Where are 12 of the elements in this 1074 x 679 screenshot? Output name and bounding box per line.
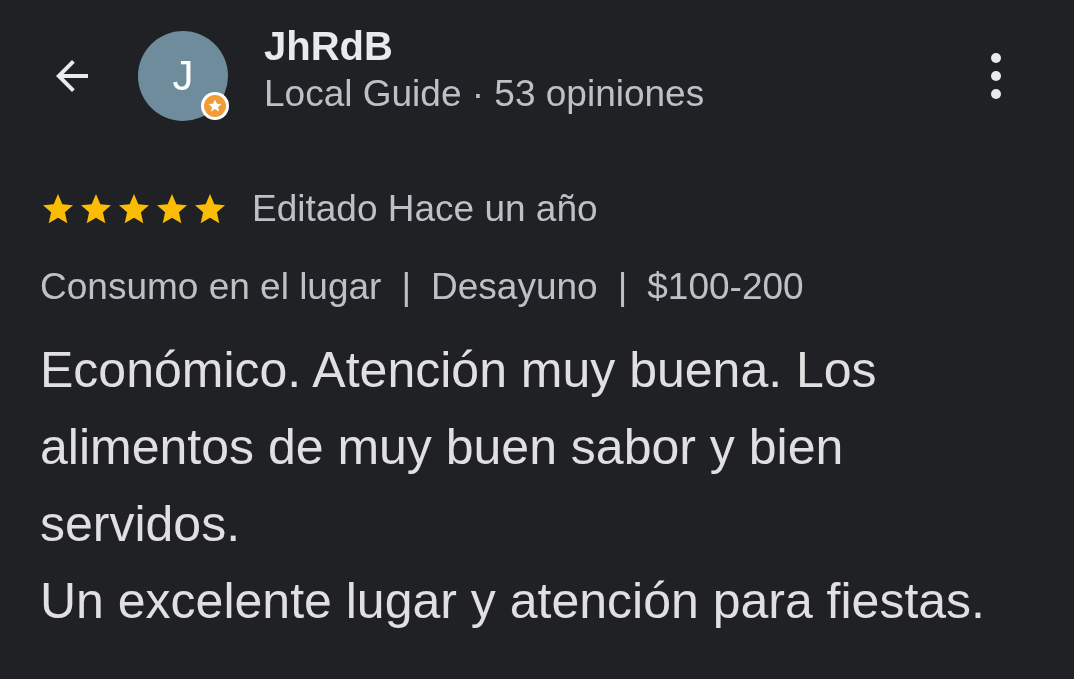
author-subtitle: Local Guide · 53 opiniones (264, 72, 706, 115)
star-badge-icon (200, 91, 230, 121)
avatar-letter: J (172, 52, 194, 100)
review-date: Editado Hace un año (252, 188, 598, 230)
review-tag: $100-200 (647, 266, 804, 308)
more-menu-icon[interactable] (990, 52, 1002, 100)
review-tag: Desayuno (431, 266, 598, 308)
author-name[interactable]: JhRdB (264, 23, 990, 69)
review-text: Económico. Atención muy buena. Los alimentos de muy buen sabor y bien servidos. Un excelente lugar y atención para fiestas. (40, 341, 986, 631)
review-tag: Consumo en el lugar (40, 266, 382, 308)
tag-separator: | (617, 266, 628, 308)
tag-separator: | (401, 266, 412, 308)
